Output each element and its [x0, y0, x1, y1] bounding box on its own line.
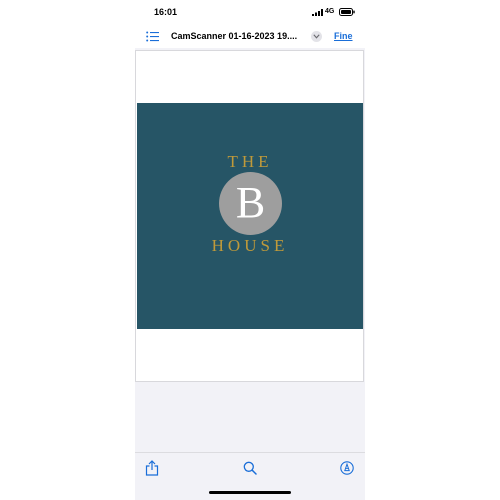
logo-text-bottom: HOUSE — [211, 236, 289, 255]
logo-monogram: B — [235, 178, 266, 227]
logo-text-top: THE — [227, 152, 273, 171]
markup-icon[interactable] — [340, 461, 354, 475]
search-icon[interactable] — [243, 461, 257, 475]
network-label: 4G — [325, 8, 335, 15]
logo-monogram-circle: B — [219, 172, 282, 235]
document-page: THE B HOUSE — [135, 50, 364, 382]
phone-screen: 16:01 4G CamScanner 01-16-2023 19.... Fi… — [135, 0, 365, 500]
logo-image: THE B HOUSE — [137, 103, 363, 329]
toolbar-divider — [135, 452, 365, 453]
chevron-down-icon[interactable] — [311, 31, 322, 42]
done-button[interactable]: Fine — [334, 31, 353, 41]
document-title: CamScanner 01-16-2023 19.... — [171, 31, 298, 41]
share-icon[interactable] — [145, 460, 159, 476]
signal-icon — [312, 9, 323, 16]
status-time: 16:01 — [154, 7, 178, 17]
status-bar: 16:01 4G — [135, 0, 365, 26]
nav-bar: CamScanner 01-16-2023 19.... Fine — [135, 26, 365, 48]
battery-icon — [339, 8, 355, 16]
list-icon[interactable] — [146, 31, 159, 42]
home-indicator — [209, 491, 291, 494]
